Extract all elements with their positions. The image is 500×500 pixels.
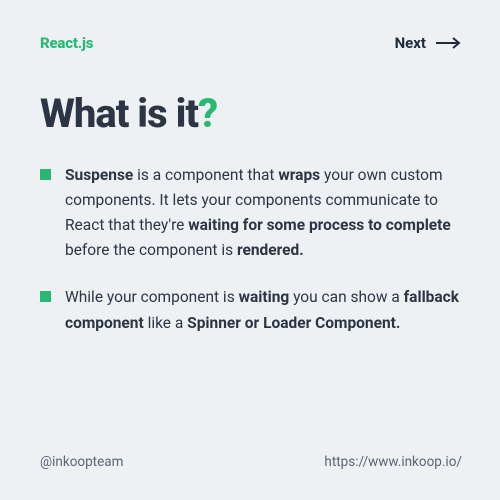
footer: @inkoopteam https://www.inkoop.io/ xyxy=(40,434,462,470)
bold-text: waiting for some process to complete xyxy=(188,216,451,234)
bold-text: waiting xyxy=(239,288,290,306)
next-label: Next xyxy=(395,34,426,52)
brand-label: React.js xyxy=(40,34,93,52)
list-item: While your component is waiting you can … xyxy=(40,285,462,335)
social-handle: @inkoopteam xyxy=(40,454,123,470)
top-bar: React.js Next xyxy=(40,34,462,52)
arrow-right-icon xyxy=(436,37,462,49)
plain-text: like a xyxy=(144,314,187,332)
bullet-marker-icon xyxy=(40,291,51,302)
plain-text: While your component is xyxy=(65,288,239,306)
title-punct: ? xyxy=(198,90,217,137)
plain-text: you can show a xyxy=(289,288,403,306)
next-button[interactable]: Next xyxy=(395,34,462,52)
list-item: Suspense is a component that wraps your … xyxy=(40,163,462,263)
bold-text: Spinner or Loader Component. xyxy=(187,314,400,332)
bullet-text: While your component is waiting you can … xyxy=(65,285,462,335)
bullet-list: Suspense is a component that wraps your … xyxy=(40,163,462,336)
bullet-text: Suspense is a component that wraps your … xyxy=(65,163,462,263)
bold-text: rendered. xyxy=(237,241,304,259)
bold-text: wraps xyxy=(278,166,320,184)
title-text: What is it xyxy=(40,90,198,137)
page-title: What is it? xyxy=(40,90,462,137)
website-url: https://www.inkoop.io/ xyxy=(324,454,462,470)
bullet-marker-icon xyxy=(40,169,51,180)
bold-text: Suspense xyxy=(65,166,133,184)
plain-text: before the component is xyxy=(65,241,237,259)
plain-text: is a component that xyxy=(133,166,278,184)
